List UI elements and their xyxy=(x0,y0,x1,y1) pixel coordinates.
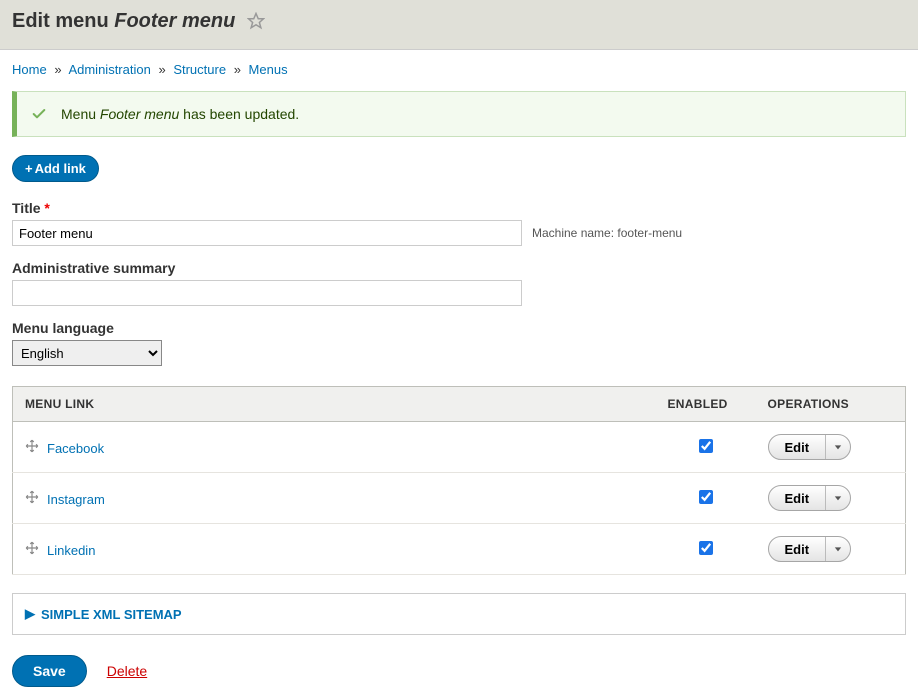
menu-link[interactable]: Instagram xyxy=(47,492,105,507)
chevron-down-icon xyxy=(835,496,841,500)
column-header-enabled: Enabled xyxy=(656,387,756,422)
drag-handle-icon[interactable] xyxy=(25,490,39,507)
chevron-down-icon xyxy=(835,547,841,551)
delete-link[interactable]: Delete xyxy=(107,663,147,679)
add-link-button[interactable]: +Add link xyxy=(12,155,99,182)
sitemap-fieldset: ▶ Simple XML Sitemap xyxy=(12,593,906,635)
machine-name-label: Machine name: xyxy=(532,226,617,240)
summary-field-wrapper: Administrative summary xyxy=(12,260,906,306)
summary-input[interactable] xyxy=(12,280,522,306)
language-select[interactable]: English xyxy=(12,340,162,366)
menu-link[interactable]: Linkedin xyxy=(47,543,95,558)
summary-label: Administrative summary xyxy=(12,260,906,276)
title-label-text: Title xyxy=(12,200,41,216)
column-header-operations: Operations xyxy=(756,387,906,422)
enabled-cell xyxy=(656,473,756,524)
drag-handle-icon[interactable] xyxy=(25,541,39,558)
save-button[interactable]: Save xyxy=(12,655,87,687)
page-title: Edit menu Footer menu xyxy=(12,10,241,32)
column-header-link: Menu Link xyxy=(13,387,656,422)
link-cell: Instagram xyxy=(13,473,656,524)
status-message: Menu Footer menu has been updated. xyxy=(12,91,906,137)
breadcrumb-item-home[interactable]: Home xyxy=(12,62,47,77)
breadcrumb: Home » Administration » Structure » Menu… xyxy=(12,62,906,77)
drag-handle-icon[interactable] xyxy=(25,439,39,456)
page-title-prefix: Edit menu xyxy=(12,10,114,32)
add-link-label: Add link xyxy=(35,161,86,176)
operations-dropbutton: Edit xyxy=(768,434,852,460)
enabled-cell xyxy=(656,524,756,575)
edit-button[interactable]: Edit xyxy=(769,486,827,510)
breadcrumb-item-administration[interactable]: Administration xyxy=(68,62,150,77)
dropdown-arrow-button[interactable] xyxy=(826,537,850,561)
operations-dropbutton: Edit xyxy=(768,485,852,511)
favorite-star-icon[interactable] xyxy=(247,12,265,35)
table-row: Facebook Edit xyxy=(13,422,906,473)
form-actions: Save Delete xyxy=(12,655,906,687)
chevron-down-icon xyxy=(835,445,841,449)
operations-cell: Edit xyxy=(756,422,906,473)
breadcrumb-separator: » xyxy=(54,62,61,77)
title-label: Title * xyxy=(12,200,906,216)
title-field-wrapper: Title * Machine name: footer-menu xyxy=(12,200,906,246)
enabled-cell xyxy=(656,422,756,473)
menu-link[interactable]: Facebook xyxy=(47,441,104,456)
check-icon xyxy=(31,106,47,125)
sitemap-toggle[interactable]: ▶ Simple XML Sitemap xyxy=(25,606,893,622)
breadcrumb-item-menus[interactable]: Menus xyxy=(249,62,288,77)
required-indicator: * xyxy=(44,200,49,216)
status-text-prefix: Menu xyxy=(61,106,100,122)
edit-button[interactable]: Edit xyxy=(769,537,827,561)
dropdown-arrow-button[interactable] xyxy=(826,435,850,459)
language-field-wrapper: Menu language English xyxy=(12,320,906,366)
breadcrumb-separator: » xyxy=(158,62,165,77)
breadcrumb-item-structure[interactable]: Structure xyxy=(173,62,226,77)
enabled-checkbox[interactable] xyxy=(699,541,713,555)
operations-cell: Edit xyxy=(756,524,906,575)
dropdown-arrow-button[interactable] xyxy=(826,486,850,510)
table-row: Instagram Edit xyxy=(13,473,906,524)
plus-icon: + xyxy=(25,161,33,176)
menu-links-table: Menu Link Enabled Operations Facebook Edi… xyxy=(12,386,906,575)
enabled-checkbox[interactable] xyxy=(699,439,713,453)
language-label: Menu language xyxy=(12,320,906,336)
breadcrumb-separator: » xyxy=(234,62,241,77)
status-text-name: Footer menu xyxy=(100,106,179,122)
title-input[interactable] xyxy=(12,220,522,246)
page-title-menu-name: Footer menu xyxy=(114,10,235,32)
machine-name-value: footer-menu xyxy=(617,226,682,240)
table-row: Linkedin Edit xyxy=(13,524,906,575)
enabled-checkbox[interactable] xyxy=(699,490,713,504)
link-cell: Facebook xyxy=(13,422,656,473)
operations-dropbutton: Edit xyxy=(768,536,852,562)
operations-cell: Edit xyxy=(756,473,906,524)
edit-button[interactable]: Edit xyxy=(769,435,827,459)
machine-name-display: Machine name: footer-menu xyxy=(532,226,682,240)
triangle-right-icon: ▶ xyxy=(25,606,35,622)
sitemap-legend-text: Simple XML Sitemap xyxy=(41,607,182,622)
status-text-suffix: has been updated. xyxy=(179,106,299,122)
link-cell: Linkedin xyxy=(13,524,656,575)
page-header: Edit menu Footer menu xyxy=(0,0,918,50)
